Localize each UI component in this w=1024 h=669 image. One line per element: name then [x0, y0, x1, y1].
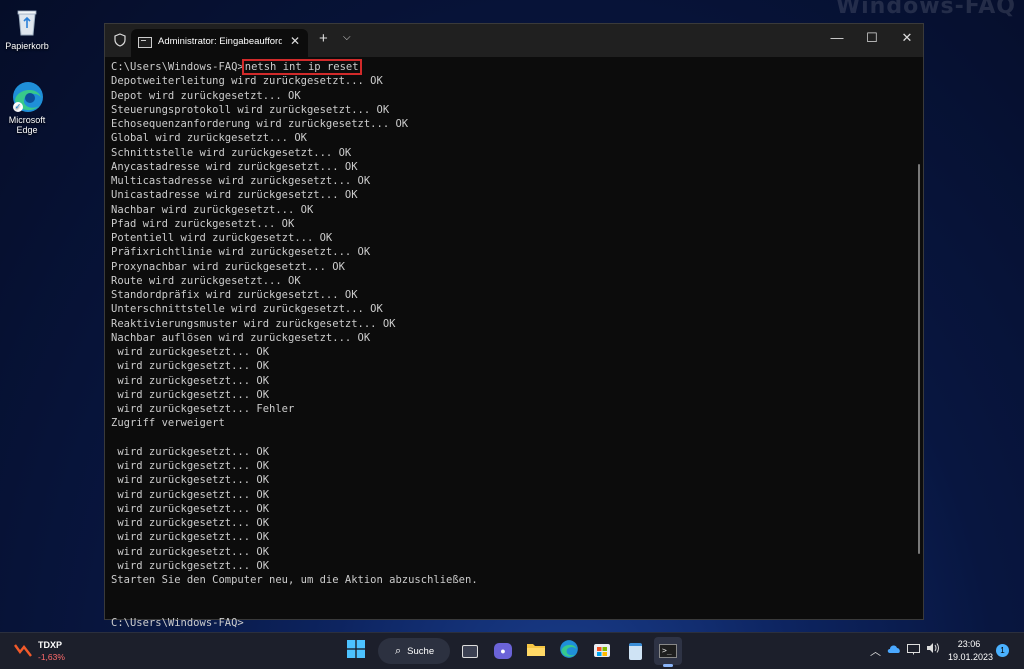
output-line: wird zurückgesetzt... OK [111, 445, 270, 458]
title-bar[interactable]: Administrator: Eingabeaufforderung ✕ + ⌵… [105, 24, 923, 57]
output-line: Zugriff verweigert [111, 417, 225, 430]
shortcut-badge-icon: ✓ [13, 102, 23, 112]
output-line: Depotweiterleitung wird zurückgesetzt...… [111, 75, 383, 88]
output-line: wird zurückgesetzt... OK [111, 374, 270, 387]
output-line: wird zurückgesetzt... OK [111, 460, 270, 472]
notepad-icon [628, 642, 642, 660]
recycle-bin-label: Papierkorb [5, 41, 49, 51]
chevron-down-icon[interactable]: ⌵ [343, 32, 351, 43]
ticker-name[interactable]: TDXP [38, 640, 62, 650]
output-line: Multicastadresse wird zurückgesetzt... O… [111, 175, 371, 187]
output-line: Schnittstelle wird zurückgesetzt... OK [111, 146, 352, 159]
tray-overflow-button[interactable]: ︿ [870, 643, 881, 659]
output-line: wird zurückgesetzt... OK [111, 360, 270, 373]
onedrive-icon[interactable] [887, 644, 901, 657]
output-line: Depot wird zurückgesetzt... OK [111, 89, 301, 102]
output-line: wird zurückgesetzt... OK [111, 502, 270, 515]
active-window-indicator [663, 664, 673, 667]
output-lines: Depotweiterleitung wird zurückgesetzt...… [111, 74, 911, 616]
cmd-icon [138, 37, 152, 48]
output-line: wird zurückgesetzt... OK [111, 474, 270, 487]
output-line: Potentiell wird zurückgesetzt... OK [111, 232, 333, 244]
monitor-icon[interactable] [907, 644, 920, 658]
output-line: Unterschnittstelle wird zurückgesetzt...… [111, 303, 383, 316]
watermark: Windows-FAQ [835, 0, 1016, 19]
output-line: Pfad wird zurückgesetzt... OK [111, 217, 295, 230]
chat-icon: ● [494, 643, 512, 659]
store-button[interactable] [588, 637, 616, 665]
output-line: Nachbar wird zurückgesetzt... OK [111, 203, 314, 216]
new-tab-button[interactable]: + [319, 30, 328, 47]
output-line: Echosequenzanforderung wird zurückgesetz… [111, 118, 409, 130]
output-line: wird zurückgesetzt... OK [111, 531, 270, 544]
start-button[interactable] [342, 637, 370, 665]
maximize-button[interactable]: ☐ [857, 30, 887, 46]
minimize-button[interactable]: — [822, 30, 852, 45]
desktop-icon-recycle-bin[interactable]: Papierkorb [0, 6, 57, 51]
output-line: Anycastadresse wird zurückgesetzt... OK [111, 160, 358, 173]
output-line: wird zurückgesetzt... OK [111, 488, 270, 501]
task-view-button[interactable] [456, 637, 484, 665]
speaker-icon[interactable] [926, 642, 940, 657]
windows-icon [347, 639, 365, 663]
output-line: wird zurückgesetzt... OK [111, 388, 270, 401]
clock-time: 23:06 [957, 639, 981, 649]
store-icon [593, 640, 611, 663]
clock-date: 19.01.2023 [948, 652, 994, 662]
edge-icon [559, 639, 579, 664]
output-line: Proxynachbar wird zurückgesetzt... OK [111, 260, 345, 273]
tab-title: Administrator: Eingabeaufforderung [158, 36, 282, 47]
close-button[interactable]: ✕ [892, 30, 922, 46]
output-line: wird zurückgesetzt... Fehler [111, 403, 295, 415]
stock-chart-icon[interactable] [14, 642, 32, 658]
terminal-icon: >_ [659, 644, 677, 658]
task-view-icon [462, 644, 478, 658]
edge-label-line2: Edge [16, 125, 38, 135]
edge-taskbar-button[interactable] [555, 637, 583, 665]
output-line: Unicastadresse wird zurückgesetzt... OK [111, 189, 358, 202]
clock[interactable]: 23:06 19.01.2023 [948, 638, 994, 664]
notification-badge[interactable]: 1 [996, 644, 1009, 657]
output-line: Nachbar auflösen wird zurückgesetzt... O… [111, 331, 371, 344]
output-line: Route wird zurückgesetzt... OK [111, 274, 301, 287]
folder-icon [526, 641, 546, 662]
command-line: C:\Users\Windows-FAQ>netsh int ip reset [111, 59, 911, 75]
output-line: wird zurückgesetzt... OK [111, 559, 270, 572]
prompt: C:\Users\Windows-FAQ> [111, 61, 244, 73]
final-prompt: C:\Users\Windows-FAQ> [111, 616, 244, 629]
shield-icon [113, 33, 127, 47]
search-button[interactable]: ⌕ Suche [378, 638, 450, 664]
terminal-taskbar-button[interactable]: >_ [654, 637, 682, 665]
edge-label-line1: Microsoft [8, 115, 46, 125]
search-label: Suche [407, 645, 435, 657]
output-line: wird zurückgesetzt... OK [111, 346, 270, 358]
output-line: Global wird zurückgesetzt... OK [111, 132, 307, 145]
teams-chat-button[interactable]: ● [489, 637, 517, 665]
taskbar: TDXP -1,63% ⌕ Suche ● >_ ︿ 23:06 19.01.2… [0, 632, 1024, 669]
tab-administrator[interactable]: Administrator: Eingabeaufforderung ✕ [131, 29, 308, 57]
notepad-button[interactable] [621, 637, 649, 665]
output-line: wird zurückgesetzt... OK [111, 517, 270, 529]
output-line: Präfixrichtlinie wird zurückgesetzt... O… [111, 246, 371, 259]
terminal-output[interactable]: C:\Users\Windows-FAQ>netsh int ip reset … [111, 59, 911, 629]
edge-icon: ✓ [11, 80, 43, 112]
recycle-bin-icon [11, 6, 43, 38]
desktop-icon-edge[interactable]: ✓ Microsoft Edge [0, 80, 57, 135]
scrollbar[interactable] [918, 164, 920, 554]
tab-close-icon[interactable]: ✕ [290, 34, 300, 48]
output-line: wird zurückgesetzt... OK [111, 545, 270, 558]
output-line: Steuerungsprotokoll wird zurückgesetzt..… [111, 103, 390, 116]
output-line: Standordpräfix wird zurückgesetzt... OK [111, 289, 358, 301]
highlighted-command: netsh int ip reset [241, 59, 362, 75]
file-explorer-button[interactable] [522, 637, 550, 665]
terminal-window: Administrator: Eingabeaufforderung ✕ + ⌵… [104, 23, 924, 629]
output-line: Reaktivierungsmuster wird zurückgesetzt.… [111, 317, 396, 330]
search-icon: ⌕ [395, 644, 402, 657]
output-line: Starten Sie den Computer neu, um die Akt… [111, 574, 478, 586]
ticker-change[interactable]: -1,63% [38, 652, 65, 662]
